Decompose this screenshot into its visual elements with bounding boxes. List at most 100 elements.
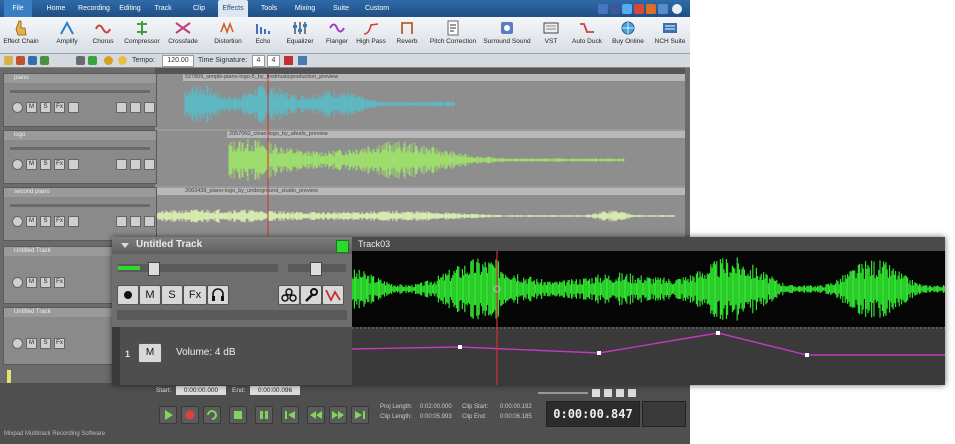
- solo-button[interactable]: S: [40, 277, 51, 288]
- open-project-icon[interactable]: [16, 56, 25, 65]
- fast-forward-button[interactable]: [329, 406, 347, 424]
- effects-icon[interactable]: [116, 159, 127, 170]
- cut-icon[interactable]: [76, 56, 85, 65]
- headphones-icon[interactable]: [68, 102, 79, 113]
- zoom-in-icon[interactable]: [592, 389, 600, 397]
- loop-button[interactable]: [203, 406, 221, 424]
- reverb-button[interactable]: Reverb: [392, 19, 422, 51]
- solo-button[interactable]: S: [40, 102, 51, 113]
- record-icon[interactable]: [88, 56, 97, 65]
- volume-slider[interactable]: [10, 204, 150, 207]
- effect-chain-button[interactable]: Effect Chain: [2, 19, 40, 51]
- google-plus-icon[interactable]: [634, 4, 644, 14]
- solo-button[interactable]: S: [40, 216, 51, 227]
- track-header-piano[interactable]: piano M S Fx: [3, 73, 157, 127]
- surround-sound-button[interactable]: Surround Sound: [482, 19, 532, 51]
- crossfade-button[interactable]: Crossfade: [166, 19, 200, 51]
- echo-button[interactable]: Echo: [250, 19, 276, 51]
- menu-clip[interactable]: Clip: [188, 0, 210, 17]
- track-header-logo[interactable]: logo M S Fx: [3, 130, 157, 184]
- track-name[interactable]: logo: [4, 131, 156, 140]
- fx-button[interactable]: Fx: [54, 338, 65, 349]
- record-arm-button[interactable]: [12, 338, 23, 349]
- pitch-correction-button[interactable]: Pitch Correction: [428, 19, 478, 51]
- compressor-button[interactable]: Compressor: [122, 19, 162, 51]
- zoomed-volume-slider[interactable]: [118, 262, 278, 276]
- stop-button[interactable]: [229, 406, 247, 424]
- envelope-point[interactable]: [458, 345, 462, 349]
- automation-icon[interactable]: [144, 216, 155, 227]
- facebook-icon[interactable]: [610, 4, 620, 14]
- import-icon[interactable]: [40, 56, 49, 65]
- fx-button[interactable]: Fx: [183, 285, 207, 305]
- zoom-fit-icon[interactable]: [616, 389, 624, 397]
- wrench-icon[interactable]: [130, 216, 141, 227]
- wrench-icon[interactable]: [300, 285, 322, 305]
- user-icon[interactable]: [658, 4, 668, 14]
- bpm-icon[interactable]: [118, 56, 127, 65]
- menu-mixing[interactable]: Mixing: [290, 0, 320, 17]
- zoomed-clip-area[interactable]: Track03: [352, 237, 945, 385]
- thumbs-up-icon[interactable]: [598, 4, 608, 14]
- play-button[interactable]: [159, 406, 177, 424]
- menu-custom[interactable]: Custom: [362, 0, 392, 17]
- menu-suite[interactable]: Suite: [330, 0, 352, 17]
- collapse-arrow-icon[interactable]: [120, 242, 130, 249]
- record-arm-button[interactable]: [117, 285, 139, 305]
- effects-icon[interactable]: [116, 216, 127, 227]
- flanger-button[interactable]: Flanger: [322, 19, 352, 51]
- save-project-icon[interactable]: [28, 56, 37, 65]
- volume-slider[interactable]: [10, 147, 150, 150]
- nch-suite-button[interactable]: NCH Suite: [652, 19, 688, 51]
- wrench-icon[interactable]: [130, 159, 141, 170]
- menu-recording[interactable]: Recording: [75, 0, 113, 17]
- zoomed-pan-slider[interactable]: [288, 262, 346, 276]
- auto-duck-button[interactable]: Auto Duck: [570, 19, 604, 51]
- record-arm-button[interactable]: [12, 159, 23, 170]
- rss-icon[interactable]: [646, 4, 656, 14]
- zoomed-waveform[interactable]: [352, 251, 945, 385]
- fx-button[interactable]: Fx: [54, 159, 65, 170]
- envelope-point[interactable]: [805, 353, 809, 357]
- help-icon[interactable]: [672, 4, 682, 14]
- automation-icon[interactable]: [322, 285, 344, 305]
- buy-online-button[interactable]: Buy Online: [610, 19, 646, 51]
- rewind-button[interactable]: [307, 406, 325, 424]
- headphones-icon[interactable]: [207, 285, 229, 305]
- menu-track[interactable]: Track: [150, 0, 176, 17]
- zoom-controls[interactable]: [530, 388, 640, 398]
- automation-lane-header[interactable]: 1 M Volume: 4 dB: [112, 327, 352, 385]
- automation-mute-button[interactable]: M: [138, 343, 162, 363]
- solo-button[interactable]: S: [161, 285, 183, 305]
- record-button[interactable]: [181, 406, 199, 424]
- go-to-start-button[interactable]: [281, 406, 299, 424]
- mute-button[interactable]: M: [26, 216, 37, 227]
- menu-effects[interactable]: Effects: [218, 0, 248, 17]
- menu-home[interactable]: Home: [42, 0, 70, 17]
- menu-file[interactable]: File: [4, 0, 32, 17]
- vst-button[interactable]: VST: [538, 19, 564, 51]
- automation-icon[interactable]: [144, 102, 155, 113]
- automation-icon[interactable]: [144, 159, 155, 170]
- pause-button[interactable]: [255, 406, 273, 424]
- envelope-point[interactable]: [716, 331, 720, 335]
- mute-button[interactable]: M: [139, 285, 161, 305]
- track-name[interactable]: second piano: [4, 188, 156, 197]
- selection-start-input[interactable]: 0:00:00.000: [176, 386, 226, 395]
- track-header-second-piano[interactable]: second piano M S Fx: [3, 187, 157, 241]
- zoomed-track-name[interactable]: Untitled Track: [136, 239, 202, 250]
- track-name[interactable]: piano: [4, 74, 156, 83]
- zoom-out-icon[interactable]: [604, 389, 612, 397]
- record-arm-button[interactable]: [12, 216, 23, 227]
- high-pass-button[interactable]: High Pass: [356, 19, 386, 51]
- menu-editing[interactable]: Editing: [115, 0, 145, 17]
- grid-icon[interactable]: [298, 56, 307, 65]
- zoom-selection-icon[interactable]: [628, 389, 636, 397]
- effects-icon[interactable]: [278, 285, 300, 305]
- track-color-indicator[interactable]: [336, 240, 349, 253]
- mute-button[interactable]: M: [26, 277, 37, 288]
- new-project-icon[interactable]: [4, 56, 13, 65]
- chorus-button[interactable]: Chorus: [88, 19, 118, 51]
- selection-end-input[interactable]: 0:00:00.096: [250, 386, 300, 395]
- time-signature-denominator[interactable]: 4: [267, 55, 280, 67]
